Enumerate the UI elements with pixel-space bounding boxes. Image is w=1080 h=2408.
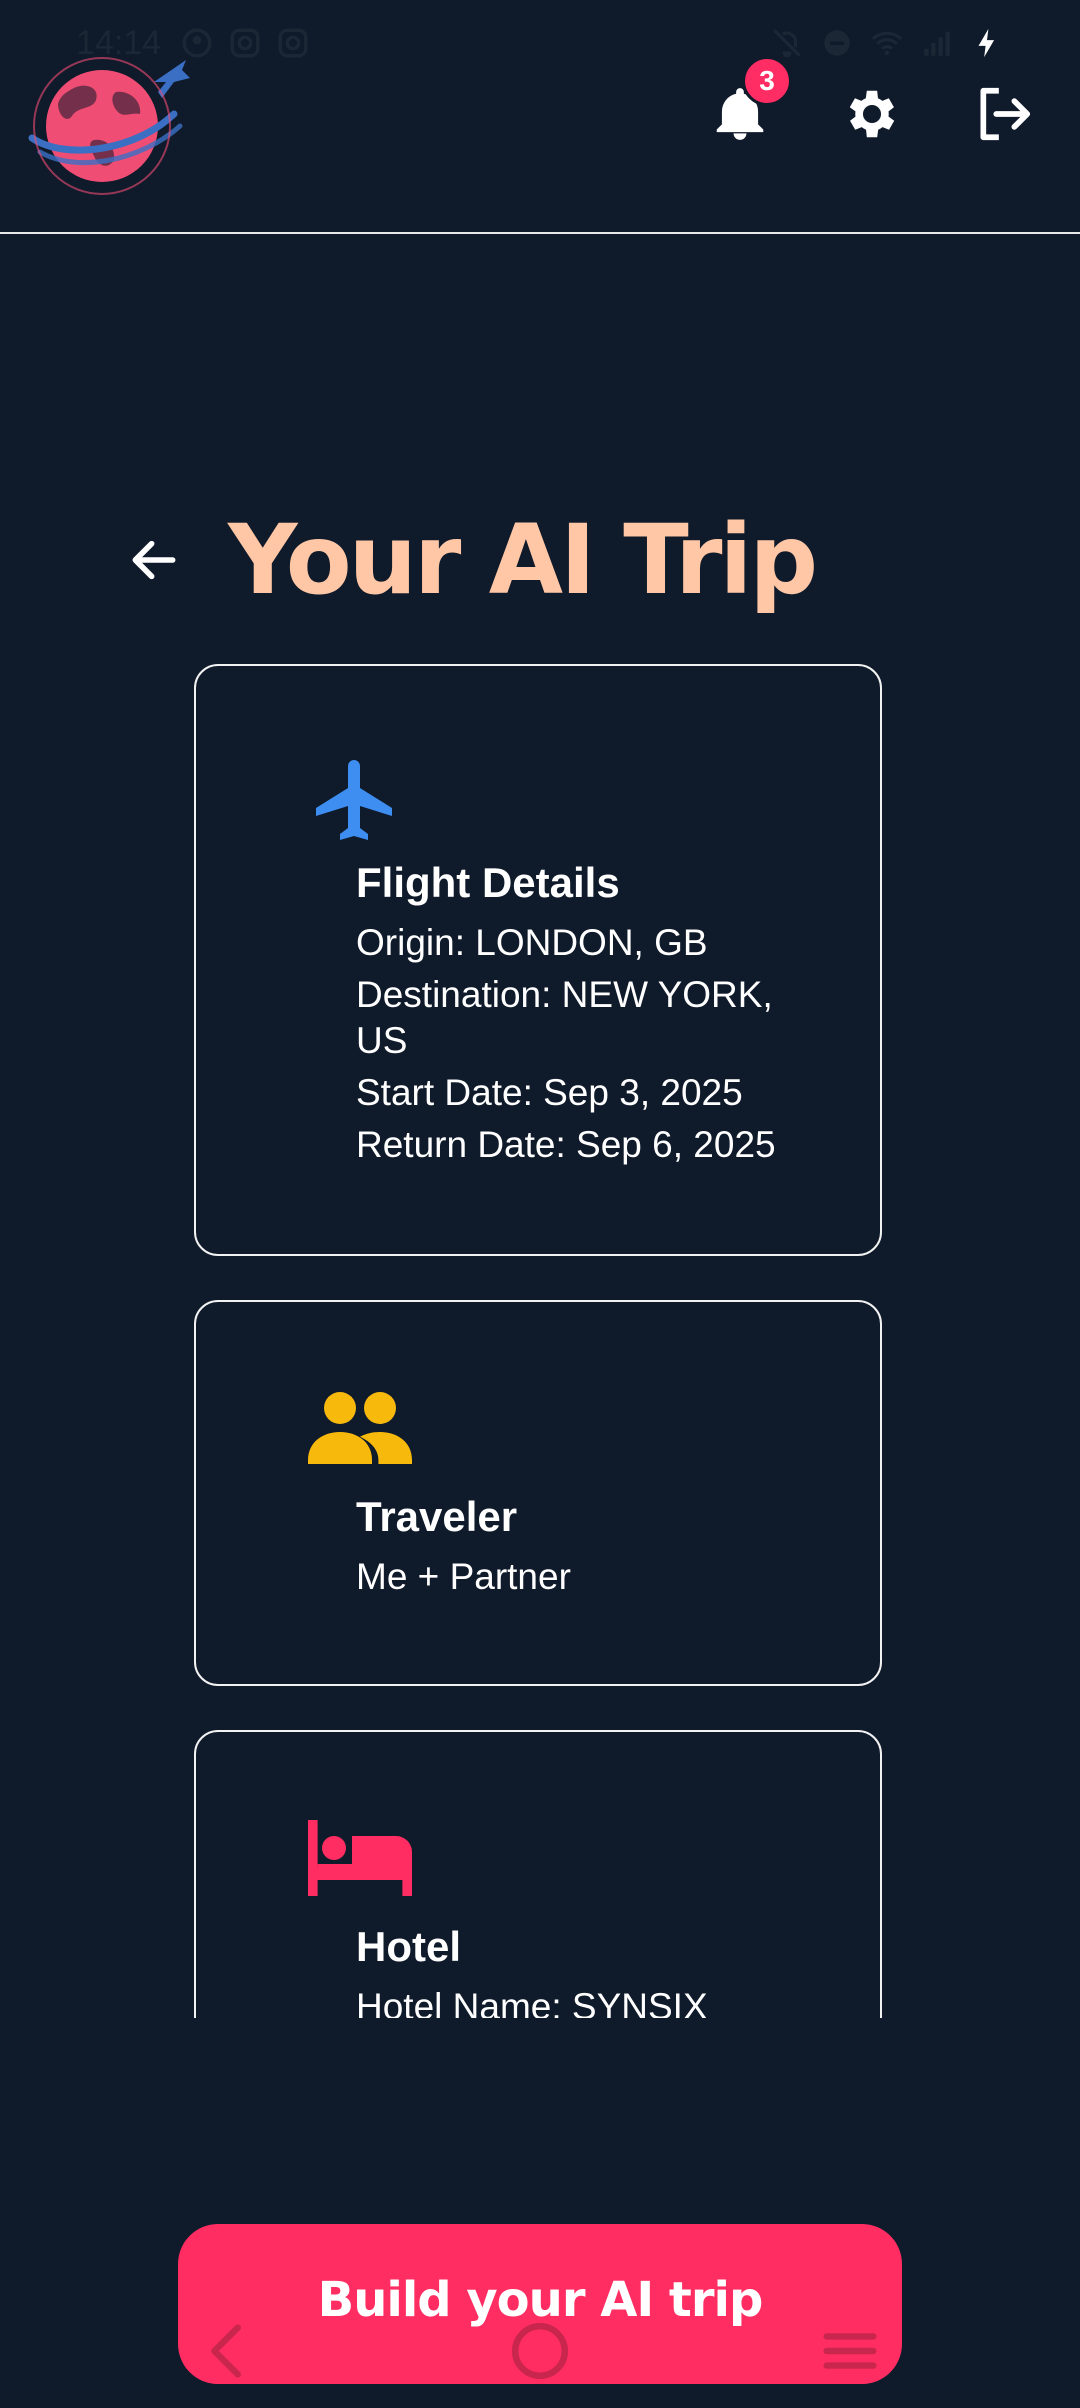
people-icon bbox=[308, 1392, 412, 1464]
instagram-icon bbox=[278, 28, 308, 58]
title-row: Your AI Trip bbox=[126, 448, 818, 673]
hotel-name: Hotel Name: SYNSIX bbox=[356, 1986, 708, 2018]
logout-icon bbox=[980, 87, 1031, 141]
flight-details-title: Flight Details bbox=[356, 859, 620, 906]
hotel-title: Hotel bbox=[356, 1923, 461, 1970]
flight-destination-line1: Destination: NEW YORK, bbox=[356, 974, 773, 1015]
flight-details-card: Flight Details Origin: LONDON, GB Destin… bbox=[194, 664, 882, 1256]
flight-return-date: Return Date: Sep 6, 2025 bbox=[356, 1124, 776, 1165]
charging-icon bbox=[978, 28, 995, 58]
app-icon bbox=[182, 28, 212, 58]
traveler-card: Traveler Me + Partner bbox=[194, 1300, 882, 1686]
back-button[interactable] bbox=[126, 532, 182, 588]
system-navigation-bar bbox=[0, 2316, 1080, 2386]
hotel-body: Hotel Hotel Name: SYNSIX bbox=[356, 1920, 826, 2018]
status-bar: 14:14 bbox=[0, 0, 1080, 88]
home-nav-icon bbox=[512, 2323, 568, 2379]
status-left-icons bbox=[180, 26, 310, 60]
bell-off-icon bbox=[773, 29, 801, 58]
flight-origin: Origin: LONDON, GB bbox=[356, 922, 708, 963]
arrow-left-icon bbox=[132, 541, 176, 580]
hotel-card: Hotel Hotel Name: SYNSIX bbox=[194, 1730, 882, 2018]
wifi-icon bbox=[871, 31, 903, 56]
signal-icon bbox=[924, 31, 950, 56]
status-time: 14:14 bbox=[76, 24, 162, 62]
back-nav-icon bbox=[211, 2324, 241, 2378]
flight-details-body: Flight Details Origin: LONDON, GB Destin… bbox=[356, 856, 826, 1168]
bed-icon bbox=[308, 1820, 412, 1896]
gear-icon bbox=[849, 90, 895, 138]
system-back-button[interactable] bbox=[194, 2316, 264, 2386]
system-home-button[interactable] bbox=[505, 2316, 575, 2386]
flight-start-date: Start Date: Sep 3, 2025 bbox=[356, 1072, 743, 1113]
traveler-value: Me + Partner bbox=[356, 1556, 571, 1597]
traveler-body: Traveler Me + Partner bbox=[356, 1490, 826, 1600]
instagram-icon bbox=[230, 28, 260, 58]
flight-destination-line2: US bbox=[356, 1020, 408, 1061]
airplane-icon bbox=[316, 760, 392, 840]
system-recents-button[interactable] bbox=[815, 2316, 885, 2386]
recents-nav-icon bbox=[823, 2333, 877, 2369]
status-right-icons bbox=[770, 26, 1004, 60]
page-title: Your AI Trip bbox=[228, 504, 818, 617]
traveler-title: Traveler bbox=[356, 1493, 518, 1540]
dnd-icon bbox=[824, 30, 850, 56]
trip-details-list[interactable]: Flight Details Origin: LONDON, GB Destin… bbox=[190, 660, 890, 2018]
